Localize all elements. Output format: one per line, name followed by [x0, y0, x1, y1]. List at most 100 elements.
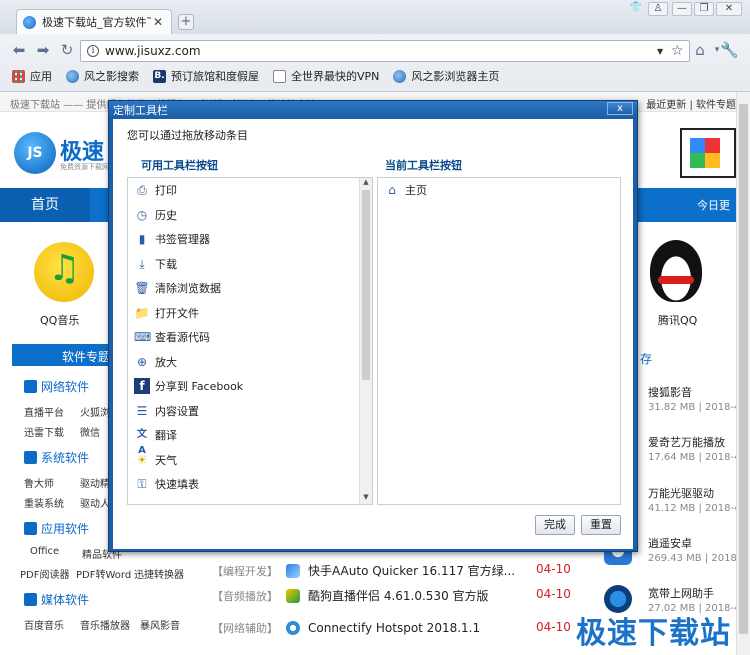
bookmark-vpn[interactable]: 全世界最快的VPN [273, 68, 379, 84]
sub-link[interactable]: 迅雷下载 [24, 424, 64, 439]
minimize-button[interactable]: — [672, 2, 692, 16]
section-header: 软件专题 [12, 344, 112, 366]
back-arrow-icon[interactable]: ⬅ [10, 41, 28, 59]
sub-link[interactable]: 音乐播放器 [80, 617, 130, 632]
list-item[interactable]: 【编程开发】 快手AAuto Quicker 16.117 官方绿... 04-1… [212, 562, 572, 580]
toolbar-item-print[interactable]: ⎙ 打印 [128, 178, 360, 203]
bookmark-homepage[interactable]: 风之影浏览器主页 [393, 68, 499, 84]
scroll-down-icon[interactable]: ▼ [360, 493, 372, 504]
category-network[interactable]: 网络软件 [24, 378, 89, 395]
done-button[interactable]: 完成 [535, 515, 575, 535]
url-dropdown-icon[interactable]: ▼ [657, 47, 671, 56]
toolbar-item-translate[interactable]: 文A 翻译 [128, 423, 360, 456]
bookmark-search[interactable]: 风之影搜索 [66, 68, 139, 84]
site-logo[interactable]: JS 极速 免费资源下载网站 [14, 132, 116, 174]
dialog-titlebar[interactable]: 定制工具栏 x [109, 101, 637, 117]
drag-hint: 您可以通过拖放移动条目 [127, 129, 248, 142]
toolbar-item-home[interactable]: ⌂ 主页 [378, 178, 620, 203]
bookmark-apps[interactable]: 应用 [12, 68, 52, 84]
forward-arrow-icon[interactable]: ➡ [34, 41, 52, 59]
scroll-up-icon[interactable]: ▲ [360, 178, 372, 189]
right-item-title[interactable]: 宽带上网助手 [648, 585, 714, 601]
right-item-meta: 31.82 MB | 2018-4 [648, 402, 736, 413]
download-icon: ⤓ [139, 256, 145, 271]
bookmark-star-icon[interactable]: ☆ [671, 43, 689, 59]
sub-link[interactable]: 火狐浏 [80, 404, 110, 419]
category-application[interactable]: 应用软件 [24, 520, 89, 537]
window-icon [24, 522, 37, 535]
site-info-icon[interactable]: i [87, 45, 99, 57]
globe-icon [66, 69, 79, 83]
page-icon [273, 69, 286, 83]
nav-today[interactable]: 今日更 [697, 197, 730, 213]
available-list-scrollbar[interactable]: ▲ ▼ [359, 178, 372, 504]
list-item[interactable]: 【网络辅助】 Connectify Hotspot 2018.1.1 04-10 [212, 620, 572, 638]
right-item-title[interactable]: 搜狐影音 [648, 384, 692, 400]
sub-link[interactable]: 驱动人 [80, 495, 110, 510]
toolbar-item-view-source[interactable]: ⌨ 查看源代码 [128, 325, 360, 350]
qq-label[interactable]: 腾讯QQ [658, 312, 697, 328]
reload-icon[interactable]: ↻ [58, 41, 76, 59]
sub-link[interactable]: 百度音乐 [24, 617, 64, 632]
quicker-icon [286, 564, 300, 578]
sub-link[interactable]: Office [30, 546, 59, 557]
qq-music-icon[interactable] [34, 242, 94, 302]
booking-b-icon: B. [153, 69, 166, 83]
top-links[interactable]: 最近更新 | 软件专题 [646, 96, 736, 111]
category-system[interactable]: 系统软件 [24, 449, 89, 466]
right-item-title[interactable]: 万能光驱驱动 [648, 485, 714, 501]
skin-icon[interactable]: 👕 [626, 2, 646, 16]
toolbar-item-clear-data[interactable]: 🗑 清除浏览数据 [128, 276, 360, 301]
sub-link[interactable]: PDF阅读器 [20, 566, 69, 581]
settings-wrench-icon[interactable]: 🔧 [720, 41, 739, 59]
qq-penguin-icon[interactable] [650, 240, 702, 302]
home-icon: ⌂ [388, 183, 396, 198]
customize-toolbar-dialog: 定制工具栏 x 您可以通过拖放移动条目 可用工具栏按钮 当前工具栏按钮 ⎙ 打印 … [108, 100, 638, 552]
sub-link[interactable]: PDF转Word [76, 566, 131, 581]
toolbar-item-zoom-in[interactable]: ⊕ 放大 [128, 350, 360, 375]
maximize-button[interactable]: ❐ [694, 2, 714, 16]
toolbar-item-content-settings[interactable]: ☰ 内容设置 [128, 399, 360, 424]
toolbar-item-bookmarks[interactable]: ▮ 书签管理器 [128, 227, 360, 252]
new-tab-button[interactable]: + [178, 14, 194, 30]
ad-banner[interactable] [680, 128, 736, 178]
facebook-icon: f [134, 378, 150, 395]
sub-link[interactable]: 迅捷转换器 [134, 566, 184, 581]
right-item-title[interactable]: 逍遥安卓 [648, 535, 692, 551]
sub-link[interactable]: 驱动精 [80, 475, 110, 490]
url-input[interactable] [105, 44, 657, 58]
sub-link[interactable]: 微信 [80, 424, 100, 439]
category-media[interactable]: 媒体软件 [24, 591, 89, 608]
sub-link[interactable]: 暴风影音 [140, 617, 180, 632]
sub-link[interactable]: 重装系统 [24, 495, 64, 510]
available-list-scroll-thumb[interactable] [362, 190, 370, 380]
current-buttons-list[interactable]: ⌂ 主页 [377, 177, 621, 505]
toolbar-item-download[interactable]: ⤓ 下载 [128, 252, 360, 277]
available-buttons-list[interactable]: ⎙ 打印 ◷ 历史 ▮ 书签管理器 ⤓ 下载 🗑 清除浏览数据 📁 打开文件 ⌨ 查看源代码 … [127, 177, 373, 505]
sub-link[interactable]: 鲁大师 [24, 475, 54, 490]
qq-music-label[interactable]: QQ音乐 [40, 312, 79, 328]
toolbar-item-history[interactable]: ◷ 历史 [128, 203, 360, 228]
sub-link[interactable]: 直播平台 [24, 404, 64, 419]
address-bar[interactable]: i ▼ ☆ [80, 40, 690, 62]
browser-tab[interactable]: 极速下载站_官方软件下载 ✕ [16, 9, 172, 34]
ie-icon [24, 380, 37, 393]
tab-close-icon[interactable]: ✕ [151, 15, 165, 29]
toolbar-item-facebook[interactable]: f 分享到 Facebook [128, 374, 360, 399]
dialog-close-button[interactable]: x [607, 102, 633, 115]
toolbar-item-open-file[interactable]: 📁 打开文件 [128, 301, 360, 326]
nav-home[interactable]: 首页 [0, 188, 90, 222]
home-icon[interactable]: ⌂ [690, 41, 710, 59]
page-scrollbar[interactable] [736, 92, 750, 655]
list-item[interactable]: 【音频播放】 酷狗直播伴侣 4.61.0.530 官方版 04-10 [212, 587, 572, 605]
content-settings-icon: ☰ [136, 403, 148, 418]
toolbar-item-autofill[interactable]: ⚿ 快速填表 [128, 472, 360, 497]
right-item-title[interactable]: 爱奇艺万能播放 [648, 434, 725, 450]
toolbar-item-weather[interactable]: ☀ 天气 [128, 448, 360, 473]
scrollbar-thumb[interactable] [739, 104, 748, 634]
bookmark-booking[interactable]: B. 预订旅馆和度假屋 [153, 68, 259, 84]
user-icon[interactable]: ♙ [648, 2, 668, 16]
close-window-button[interactable]: ✕ [716, 2, 742, 16]
tab-bar: 极速下载站_官方软件下载 ✕ + 👕 ♙ — ❐ ✕ [0, 0, 750, 34]
reset-button[interactable]: 重置 [581, 515, 621, 535]
